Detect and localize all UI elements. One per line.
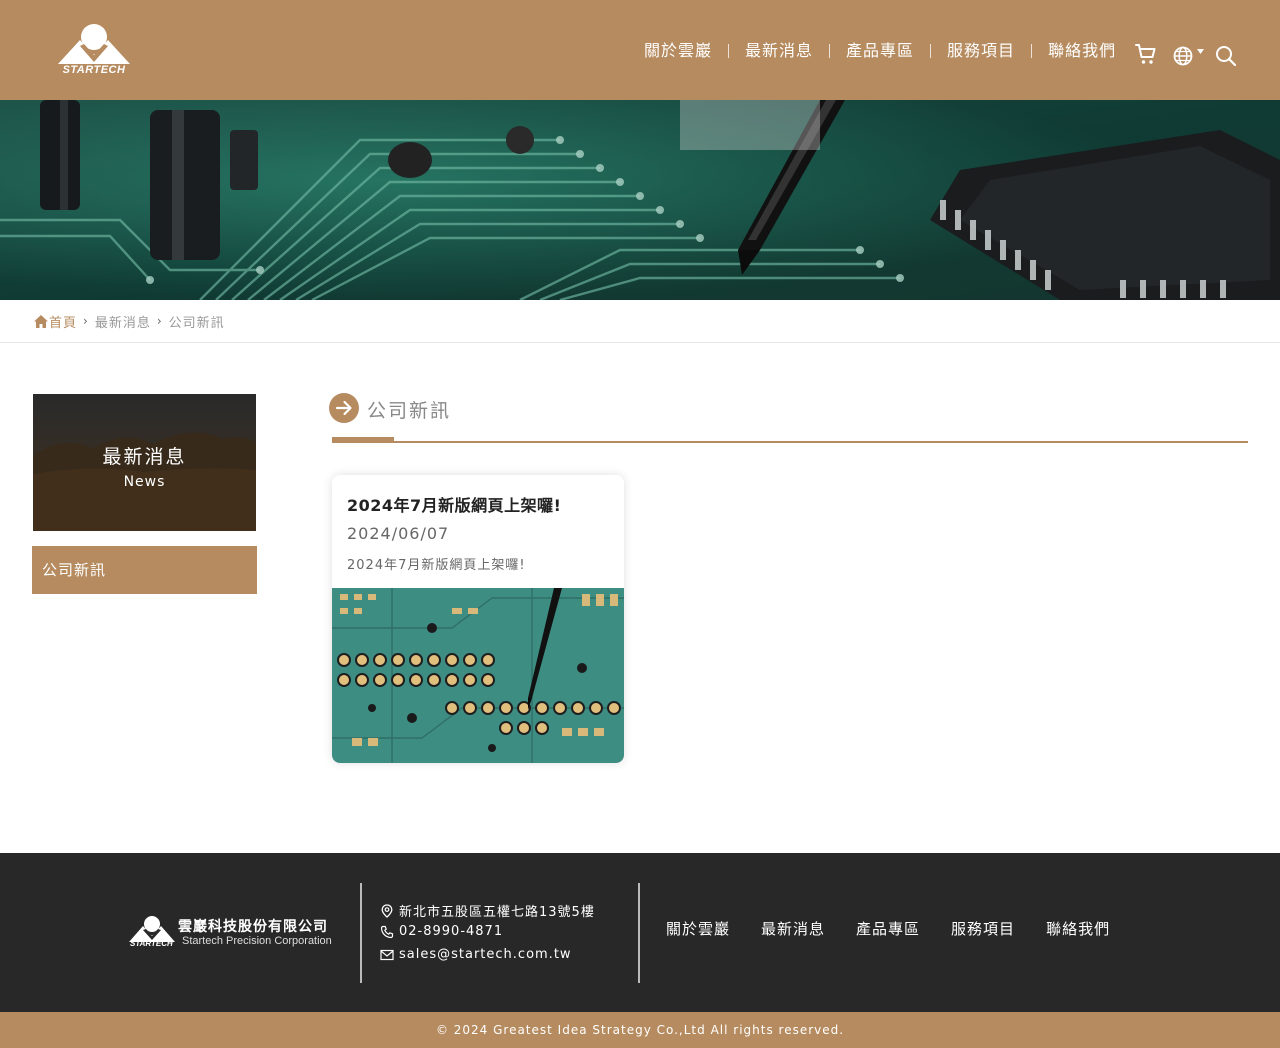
footer-address: 新北市五股區五權七路13號5樓 — [380, 901, 595, 920]
copyright: © 2024 Greatest Idea Strategy Co.,Ltd Al… — [0, 1012, 1280, 1048]
circuit-board-banner-image — [0, 100, 1280, 300]
footer-nav-products[interactable]: 產品專區 — [856, 918, 920, 939]
footer-divider — [638, 883, 640, 983]
footer-divider — [360, 883, 362, 983]
mail-icon — [380, 949, 394, 960]
footer-address-text: 新北市五股區五權七路13號5樓 — [399, 905, 595, 920]
logo-mark-icon — [58, 24, 130, 64]
home-icon[interactable] — [33, 314, 49, 329]
breadcrumb-current: 公司新訊 — [168, 315, 225, 331]
footer-phone[interactable]: 02-8990-4871 — [380, 924, 503, 939]
breadcrumb-news[interactable]: 最新消息 — [95, 312, 151, 331]
globe-icon[interactable] — [1173, 45, 1207, 67]
footer-nav-news[interactable]: 最新消息 — [761, 918, 825, 939]
nav-item-services[interactable]: 服務項目 — [931, 38, 1031, 64]
chevron-right-icon: › — [83, 314, 89, 328]
main-nav: 關於雲巖 最新消息 產品專區 服務項目 聯絡我們 — [628, 38, 1132, 64]
section-divider-accent — [332, 437, 394, 443]
footer-nav: 關於雲巖 最新消息 產品專區 服務項目 聯絡我們 — [666, 918, 1141, 939]
footer-logo-text: STARTECH — [130, 939, 173, 948]
footer-email-text[interactable]: sales@startech.com.tw — [399, 947, 572, 962]
footer-company-name: 雲巖科技股份有限公司 — [178, 919, 328, 935]
footer-phone-text[interactable]: 02-8990-4871 — [399, 924, 503, 939]
search-icon[interactable] — [1215, 45, 1237, 67]
breadcrumb: 首頁 › 最新消息 › 公司新訊 — [33, 312, 225, 331]
news-card-title[interactable]: 2024年7月新版網頁上架囉! — [347, 492, 561, 516]
nav-item-about[interactable]: 關於雲巖 — [628, 38, 728, 64]
nav-item-products[interactable]: 產品專區 — [830, 38, 930, 64]
site-logo[interactable]: STARTECH — [56, 22, 132, 78]
footer-nav-about[interactable]: 關於雲巖 — [666, 918, 730, 939]
chevron-right-icon: › — [156, 314, 163, 328]
site-footer: STARTECH 雲巖科技股份有限公司 Startech Precision C… — [0, 853, 1280, 1012]
sidebar-subtitle: News — [123, 474, 166, 490]
section-title: 公司新訊 — [367, 400, 452, 422]
phone-icon — [380, 925, 394, 938]
cart-icon[interactable] — [1134, 42, 1158, 66]
nav-item-news[interactable]: 最新消息 — [729, 38, 829, 64]
logo-text: STARTECH — [62, 64, 126, 76]
footer-nav-services[interactable]: 服務項目 — [951, 918, 1015, 939]
footer-email[interactable]: sales@startech.com.tw — [380, 947, 572, 962]
section-divider — [332, 441, 1248, 443]
news-card-image[interactable] — [332, 588, 624, 763]
arrow-right-icon — [329, 393, 359, 423]
news-card-date: 2024/06/07 — [347, 524, 450, 543]
hero-banner — [0, 100, 1280, 300]
location-icon — [381, 903, 393, 918]
breadcrumb-divider — [0, 342, 1280, 343]
sidebar-hero: 最新消息 News — [33, 394, 256, 531]
sidebar-title: 最新消息 — [102, 446, 187, 468]
breadcrumb-home[interactable]: 首頁 — [49, 312, 77, 331]
footer-company-name-en: Startech Precision Corporation — [182, 935, 332, 947]
news-card-summary: 2024年7月新版網頁上架囉! — [347, 558, 526, 573]
nav-item-contact[interactable]: 聯絡我們 — [1032, 38, 1132, 64]
sidebar-item-company-news[interactable]: 公司新訊 — [32, 546, 257, 594]
footer-nav-contact[interactable]: 聯絡我們 — [1046, 918, 1110, 939]
site-header: STARTECH 關於雲巖 最新消息 產品專區 服務項目 聯絡我們 — [0, 0, 1280, 100]
news-card[interactable]: 2024年7月新版網頁上架囉! 2024/06/07 2024年7月新版網頁上架… — [332, 475, 624, 763]
